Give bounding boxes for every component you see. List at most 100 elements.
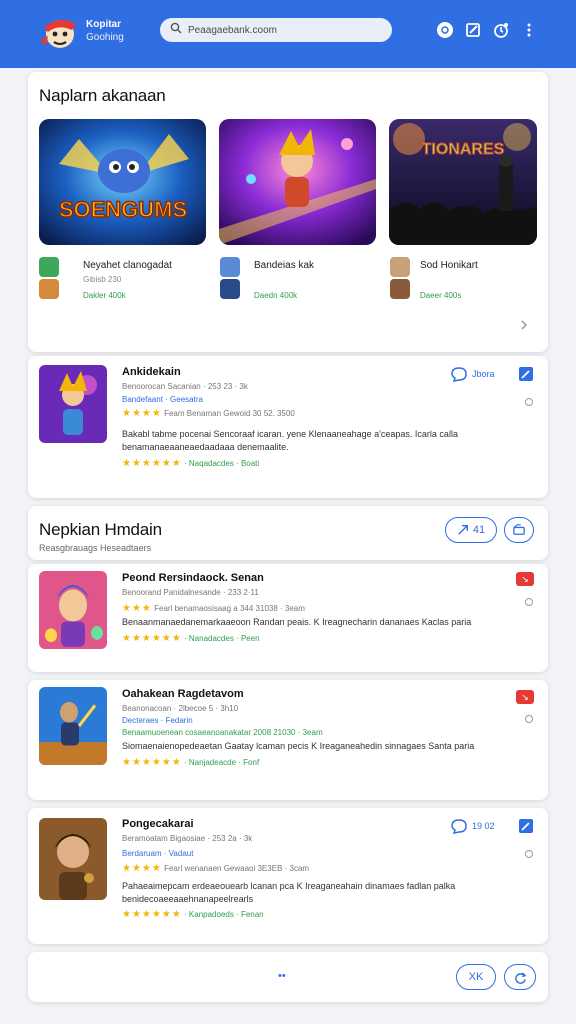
- brand-text: Kopitar Goohing: [86, 18, 124, 44]
- featured-title: Naplarn akanaan: [39, 86, 166, 105]
- featured-item-1[interactable]: Neyahet clanogadat Gibisb 230 Dakler 400…: [39, 255, 209, 305]
- rating-stars: ★★★★: [122, 863, 162, 874]
- chat-bubble-icon: [451, 819, 467, 834]
- install-badge-icon[interactable]: ↘: [516, 572, 534, 586]
- app-card-3[interactable]: Pongecakarai Beramoatam Bigaosiae · 253 …: [28, 808, 548, 944]
- app-meta: Beanonacoan · 2lbecoe 5 · 3h10: [122, 704, 239, 713]
- refresh-icon: [514, 971, 526, 984]
- app-footer: Naqadacdes · Boati: [188, 459, 260, 468]
- more-menu-icon[interactable]: [520, 21, 538, 39]
- featured-item-downloads: Dakler 400k: [83, 291, 126, 300]
- game-icon: [39, 257, 59, 277]
- rating-stars: ★★★★★★: [122, 909, 182, 920]
- app-thumbnail: [39, 365, 107, 443]
- banner-3-logo-text: TIONARES: [422, 141, 505, 158]
- app-description: Benaanmanaedanemarkaaeoon Randan peais. …: [122, 617, 472, 627]
- featured-item-name: Neyahet clanogadat: [83, 260, 172, 271]
- app-card-2[interactable]: Oahakean Ragdetavom Beanonacoan · 2lbeco…: [28, 680, 548, 800]
- app-meta: Benoorand Panidalnesande · 233 2·11: [122, 588, 259, 597]
- info-icon[interactable]: [525, 850, 533, 858]
- rating-stars: ★★★★★★: [122, 633, 182, 644]
- app-description: Pahaeaimepcam erdeaeouearb lcanan pca K …: [122, 881, 456, 904]
- swap-button[interactable]: XK: [456, 964, 496, 990]
- share-icon: [458, 525, 468, 535]
- brand-subtitle: Goohing: [86, 32, 124, 43]
- app-thumbnail: [39, 571, 107, 649]
- info-icon[interactable]: [525, 398, 533, 406]
- app-rating-line: Benaamuoenean cosaeanoanakatar 2008 2103…: [122, 728, 323, 737]
- chat-action-label: 19 02: [472, 821, 495, 831]
- featured-banner-2[interactable]: [219, 119, 376, 245]
- app-title: Oahakean Ragdetavom: [122, 688, 244, 700]
- chat-action-label: Jbora: [472, 369, 495, 379]
- app-title: Pongecakarai: [122, 818, 194, 830]
- app-thumbnail: [39, 687, 107, 765]
- search-bar[interactable]: [160, 18, 392, 42]
- app-category: Decteraes · Fedarin: [122, 716, 193, 725]
- search-input[interactable]: [188, 24, 378, 36]
- app-title: Ankidekain: [122, 366, 181, 378]
- rating-stars: ★★★: [122, 603, 152, 614]
- app-description: Siomaenaienopedeaetan Gaatay lcaman peci…: [122, 741, 475, 751]
- app-rating-line: Fearl wenanaen Gewaaoi 3E3EB · 3cam: [164, 864, 310, 873]
- featured-item-downloads: Daedn 400k: [254, 291, 298, 300]
- game-icon: [220, 257, 240, 277]
- game-icon: [390, 257, 410, 277]
- bottom-bar: •• XK: [28, 952, 548, 1002]
- featured-banner-3[interactable]: TIONARES: [389, 119, 537, 245]
- chat-icon[interactable]: [436, 21, 454, 39]
- app-category: Berdaruam · Vadaut: [122, 849, 194, 858]
- featured-item-name: Sod Honikart: [420, 260, 478, 271]
- edit-icon[interactable]: [518, 366, 534, 382]
- app-meta: Beramoatam Bigaosiae · 253 2a · 3k: [122, 834, 253, 843]
- app-footer: Kanpadoeds · Fenan: [188, 910, 264, 919]
- edit-icon[interactable]: [464, 21, 482, 39]
- app-category: Bandefaant · Geesatra: [122, 395, 203, 404]
- section-title: Nepkian Hmdain: [39, 520, 162, 539]
- game-icon: [39, 279, 59, 299]
- rating-stars: ★★★★★★: [122, 757, 182, 768]
- app-thumbnail: [39, 818, 107, 900]
- game-icon: [390, 279, 410, 299]
- save-button[interactable]: [504, 517, 534, 543]
- game-icon: [220, 279, 240, 299]
- featured-item-name: Bandeias kak: [254, 260, 315, 271]
- featured-section: Naplarn akanaan SOENGUMS TIONARES Neyahe…: [28, 72, 548, 352]
- folder-icon: [513, 524, 525, 535]
- featured-item-2[interactable]: Bandeias kak Daedn 400k: [220, 255, 370, 305]
- featured-banner-1[interactable]: SOENGUMS: [39, 119, 206, 245]
- edit-icon[interactable]: [518, 818, 534, 834]
- info-icon[interactable]: [525, 598, 533, 606]
- refresh-button[interactable]: [504, 964, 536, 990]
- swap-button-label: XK: [468, 971, 484, 983]
- chat-action[interactable]: Jbora: [450, 366, 495, 382]
- section-header: Nepkian Hmdain Reasgbrauags Heseadtaers …: [28, 506, 548, 560]
- info-icon[interactable]: [525, 715, 533, 723]
- share-button[interactable]: 41: [445, 517, 497, 543]
- search-icon: [170, 21, 182, 39]
- banner-1-logo-text: SOENGUMS: [59, 197, 187, 222]
- rating-stars: ★★★★: [122, 408, 162, 419]
- chevron-right-icon[interactable]: [518, 318, 530, 332]
- page-indicator: ••: [278, 970, 286, 982]
- app-logo[interactable]: [38, 14, 80, 52]
- featured-item-meta: Gibisb 230: [83, 275, 122, 284]
- app-rating-line: Fearl benamaosisaag a 344 31038 · 3eam: [154, 604, 305, 613]
- chat-bubble-icon: [451, 367, 467, 382]
- featured-item-3[interactable]: Sod Honikart Daeer 400s: [390, 255, 530, 305]
- app-title: Peond Rersindaock. Senan: [122, 572, 264, 584]
- app-footer: Nanadacdes · Peen: [188, 634, 260, 643]
- brand-title: Kopitar: [86, 19, 121, 30]
- app-rating-line: Feam Benaman Gewoid 30 52. 3500: [164, 409, 295, 418]
- app-card-1[interactable]: Peond Rersindaock. Senan Benoorand Panid…: [28, 564, 548, 672]
- section-subtitle: Reasgbrauags Heseadtaers: [39, 543, 152, 553]
- app-card-featured[interactable]: Ankidekain Benoorocan Sacanian · 253 23 …: [28, 356, 548, 498]
- rating-stars: ★★★★★★: [122, 458, 182, 469]
- featured-item-downloads: Daeer 400s: [420, 291, 462, 300]
- install-badge-icon[interactable]: ↘: [516, 690, 534, 704]
- chat-action[interactable]: 19 02: [450, 818, 495, 834]
- notification-icon[interactable]: [492, 21, 510, 39]
- app-description: Bakabl tabme pocenai Sencoraaf icaran. y…: [122, 429, 458, 452]
- share-button-label: 41: [472, 524, 486, 536]
- app-meta: Benoorocan Sacanian · 253 23 · 3k: [122, 382, 248, 391]
